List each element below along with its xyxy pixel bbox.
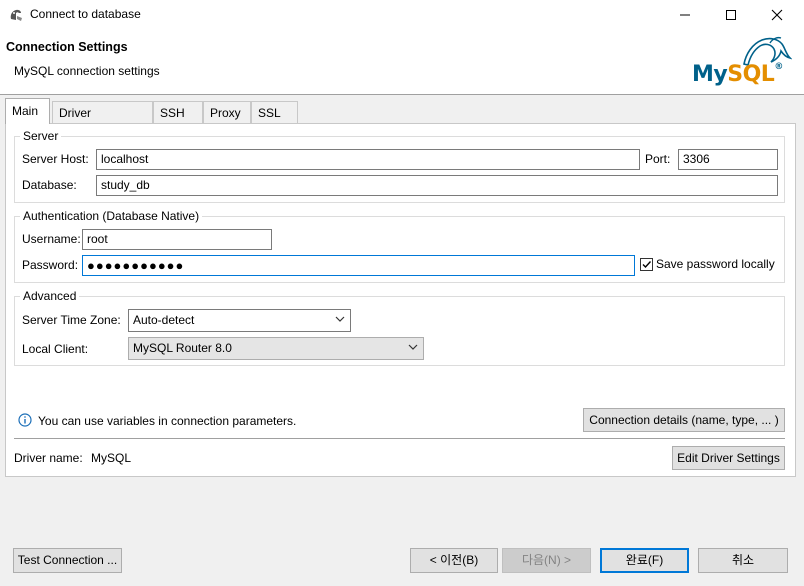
tab-ssh[interactable]: SSH <box>153 101 203 123</box>
dbeaver-beaver-icon <box>10 9 22 21</box>
tab-proxy-label: Proxy <box>210 106 241 120</box>
finish-button[interactable]: 완료(F) <box>600 548 689 573</box>
tab-proxy[interactable]: Proxy <box>203 101 251 123</box>
driver-name-label: Driver name: <box>14 451 83 465</box>
test-connection-button[interactable]: Test Connection ... <box>13 548 122 573</box>
maximize-icon <box>726 10 736 20</box>
mysql-logo-mark: ® <box>774 62 783 72</box>
tab-ssl[interactable]: SSL <box>251 101 298 123</box>
header-subtitle: MySQL connection settings <box>14 64 160 78</box>
close-icon <box>771 9 783 21</box>
next-button[interactable]: 다음(N) > <box>502 548 591 573</box>
port-input[interactable]: 3306 <box>678 149 778 170</box>
password-input[interactable]: ●●●●●●●●●●● <box>82 255 635 276</box>
info-icon <box>18 413 32 427</box>
dialog-header: Connection Settings MySQL connection set… <box>0 30 804 95</box>
save-password-checkbox[interactable] <box>640 258 653 271</box>
tab-driver-properties[interactable]: Driver properties <box>52 101 153 142</box>
local-client-value: MySQL Router 8.0 <box>133 341 232 355</box>
chevron-down-icon <box>408 344 418 350</box>
username-input[interactable]: root <box>82 229 272 250</box>
timezone-value: Auto-detect <box>133 313 195 327</box>
timezone-select[interactable]: Auto-detect <box>128 309 351 332</box>
local-client-label: Local Client: <box>22 342 89 356</box>
window-title: Connect to database <box>30 7 141 21</box>
save-password-label[interactable]: Save password locally <box>656 257 775 271</box>
chevron-down-icon <box>335 316 345 322</box>
close-button[interactable] <box>754 0 800 30</box>
authentication-legend: Authentication (Database Native) <box>20 209 203 223</box>
connection-details-button[interactable]: Connection details (name, type, ... ) <box>583 408 785 432</box>
header-title: Connection Settings <box>6 40 128 54</box>
tab-ssh-label: SSH <box>160 106 185 120</box>
checkmark-icon <box>642 261 652 269</box>
database-label: Database: <box>22 178 77 192</box>
minimize-button[interactable] <box>662 0 708 30</box>
database-input[interactable]: study_db <box>96 175 778 196</box>
port-label: Port: <box>645 152 671 166</box>
password-label: Password: <box>22 258 79 272</box>
mysql-logo-text: MySQL <box>692 62 775 87</box>
tab-main-label: Main <box>12 104 39 118</box>
maximize-button[interactable] <box>708 0 754 30</box>
server-legend: Server <box>20 129 62 143</box>
minimize-icon <box>680 14 690 16</box>
mysql-logo: MySQL® <box>688 32 796 90</box>
driver-name-value: MySQL <box>91 451 132 465</box>
server-host-label: Server Host: <box>22 152 89 166</box>
variables-info-text: You can use variables in connection para… <box>38 414 297 428</box>
password-masked-value: ●●●●●●●●●●● <box>87 258 185 273</box>
edit-driver-settings-button[interactable]: Edit Driver Settings <box>672 446 785 470</box>
advanced-legend: Advanced <box>20 289 80 303</box>
server-host-input[interactable]: localhost <box>96 149 640 170</box>
back-button[interactable]: < 이전(B) <box>410 548 498 573</box>
tab-main[interactable]: Main <box>5 98 50 124</box>
cancel-button[interactable]: 취소 <box>698 548 788 573</box>
divider <box>14 438 785 439</box>
local-client-select[interactable]: MySQL Router 8.0 <box>128 337 424 360</box>
tab-ssl-label: SSL <box>258 106 281 120</box>
username-label: Username: <box>22 232 81 246</box>
timezone-label: Server Time Zone: <box>22 313 121 327</box>
